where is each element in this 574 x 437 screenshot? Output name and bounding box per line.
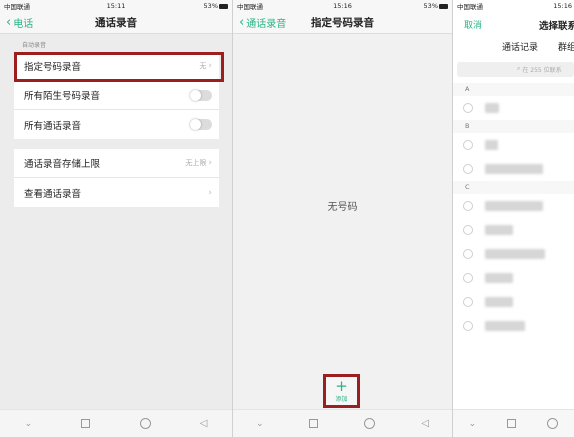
contact-row[interactable] (453, 157, 574, 181)
call-recording-screen: 中国联通 15:11 53% ‹ 电话 通话录音 自动录音 指定号码录音 无 › … (0, 0, 232, 437)
chevron-left-icon: ‹ (239, 14, 245, 30)
radio-button[interactable] (463, 273, 473, 283)
carrier-label: 中国联通 (4, 3, 30, 11)
chevron-left-icon: ‹ (6, 14, 12, 30)
contact-row[interactable] (453, 242, 574, 266)
tab-call-log[interactable]: 通话记录 (502, 40, 538, 53)
empty-state-text: 无号码 (327, 202, 358, 213)
add-label: 添加 (335, 396, 348, 403)
home-icon[interactable] (364, 418, 376, 429)
row-label: 查看通话录音 (24, 188, 82, 200)
chevron-down-icon[interactable]: ⌄ (256, 419, 264, 429)
all-calls-toggle[interactable] (190, 119, 212, 130)
back-button[interactable]: ‹ 通话录音 (239, 14, 287, 31)
search-input[interactable]: ⌕ 在 255 位联系 (457, 62, 574, 77)
back-label: 电话 (13, 19, 34, 30)
radio-button[interactable] (463, 297, 473, 307)
recent-apps-icon[interactable] (507, 419, 517, 428)
tab-groups[interactable]: 群组 (558, 40, 574, 53)
highlight-box (14, 52, 224, 82)
contact-row[interactable] (453, 133, 574, 157)
blurred-contact-name (485, 103, 499, 113)
storage-limit-row[interactable]: 通话录音存储上限 无上限 › (14, 149, 219, 178)
chevron-right-icon: › (208, 187, 212, 198)
blurred-contact-name (485, 225, 513, 235)
add-number-button[interactable]: + 添加 (323, 374, 360, 408)
radio-button[interactable] (463, 103, 473, 113)
radio-button[interactable] (463, 225, 473, 235)
all-calls-recording-row: 所有通话录音 (14, 110, 219, 139)
back-triangle-icon[interactable]: ◁ (421, 418, 429, 429)
blurred-contact-name (485, 273, 513, 283)
nav-bar: 取消 选择联系 (453, 12, 574, 34)
section-header-a: A (453, 83, 574, 96)
nav-bar: ‹ 电话 通话录音 (0, 12, 232, 34)
section-header-b: B (453, 120, 574, 133)
row-label: 通话录音存储上限 (24, 159, 101, 170)
contact-row[interactable] (453, 290, 574, 314)
specified-number-screen: 中国联通 15:16 53% ‹ 通话录音 指定号码录音 无号码 + 添加 ⌄ … (233, 0, 452, 437)
system-nav-bar: ⌄ ◁ (0, 409, 232, 437)
plus-icon: + (335, 377, 348, 395)
back-button[interactable]: ‹ 电话 (6, 14, 34, 31)
blurred-contact-name (485, 297, 513, 307)
contact-row[interactable] (453, 96, 574, 120)
status-time: 15:16 (333, 2, 352, 10)
nav-bar: ‹ 通话录音 指定号码录音 (233, 12, 452, 34)
contact-row[interactable] (453, 218, 574, 242)
select-contact-screen: 中国联通 15:16 取消 选择联系 通话记录 群组 ⌕ 在 255 位联系 A … (453, 0, 574, 437)
cancel-button[interactable]: 取消 (464, 18, 482, 31)
battery-indicator: 53% (204, 2, 228, 10)
home-icon[interactable] (547, 418, 559, 429)
row-label: 所有陌生号码录音 (24, 91, 101, 102)
status-time: 15:11 (106, 2, 126, 10)
blurred-contact-name (485, 321, 525, 331)
page-title: 选择联系 (539, 21, 574, 32)
back-triangle-icon[interactable]: ◁ (200, 418, 208, 429)
radio-button[interactable] (463, 321, 473, 331)
search-icon: ⌕ (517, 65, 521, 72)
recent-apps-icon[interactable] (309, 419, 319, 428)
contact-row[interactable] (453, 194, 574, 218)
status-bar: 中国联通 15:16 53% (233, 0, 452, 12)
radio-button[interactable] (463, 140, 473, 150)
battery-indicator: 53% (424, 2, 448, 10)
unknown-numbers-recording-row: 所有陌生号码录音 (14, 81, 219, 110)
row-label: 所有通话录音 (24, 120, 82, 132)
blurred-contact-name (485, 164, 543, 174)
contact-row[interactable] (453, 314, 574, 338)
home-icon[interactable] (139, 418, 151, 429)
system-nav-bar: ⌄ ◁ (233, 409, 452, 437)
section-label: 自动录音 (22, 42, 47, 49)
system-nav-bar: ⌄ (453, 409, 574, 437)
radio-button[interactable] (463, 249, 473, 259)
status-bar: 中国联通 15:11 53% (0, 0, 232, 12)
view-recordings-row[interactable]: 查看通话录音 › (14, 178, 219, 207)
tab-bar: 通话记录 群组 (453, 34, 574, 56)
radio-button[interactable] (463, 164, 473, 174)
search-placeholder: 在 255 位联系 (522, 67, 562, 74)
row-value: 无上限 (185, 159, 207, 167)
status-bar: 中国联通 15:16 (453, 0, 574, 12)
storage-group: 通话录音存储上限 无上限 › 查看通话录音 › (14, 149, 219, 207)
chevron-right-icon: › (208, 158, 212, 168)
battery-icon (439, 3, 448, 9)
chevron-down-icon[interactable]: ⌄ (25, 419, 33, 429)
page-title: 通话录音 (95, 17, 137, 29)
status-time: 15:16 (553, 2, 572, 10)
recent-apps-icon[interactable] (81, 419, 91, 428)
battery-icon (219, 3, 228, 9)
section-header-c: C (453, 181, 574, 194)
radio-button[interactable] (463, 201, 473, 211)
blurred-contact-name (485, 201, 543, 211)
carrier-label: 中国联通 (237, 3, 263, 11)
blurred-contact-name (485, 249, 545, 259)
contact-row[interactable] (453, 266, 574, 290)
unknown-numbers-toggle[interactable] (190, 89, 212, 101)
blurred-contact-name (485, 140, 498, 150)
carrier-label: 中国联通 (457, 3, 483, 11)
chevron-down-icon[interactable]: ⌄ (469, 419, 477, 429)
back-label: 通话录音 (246, 19, 287, 30)
